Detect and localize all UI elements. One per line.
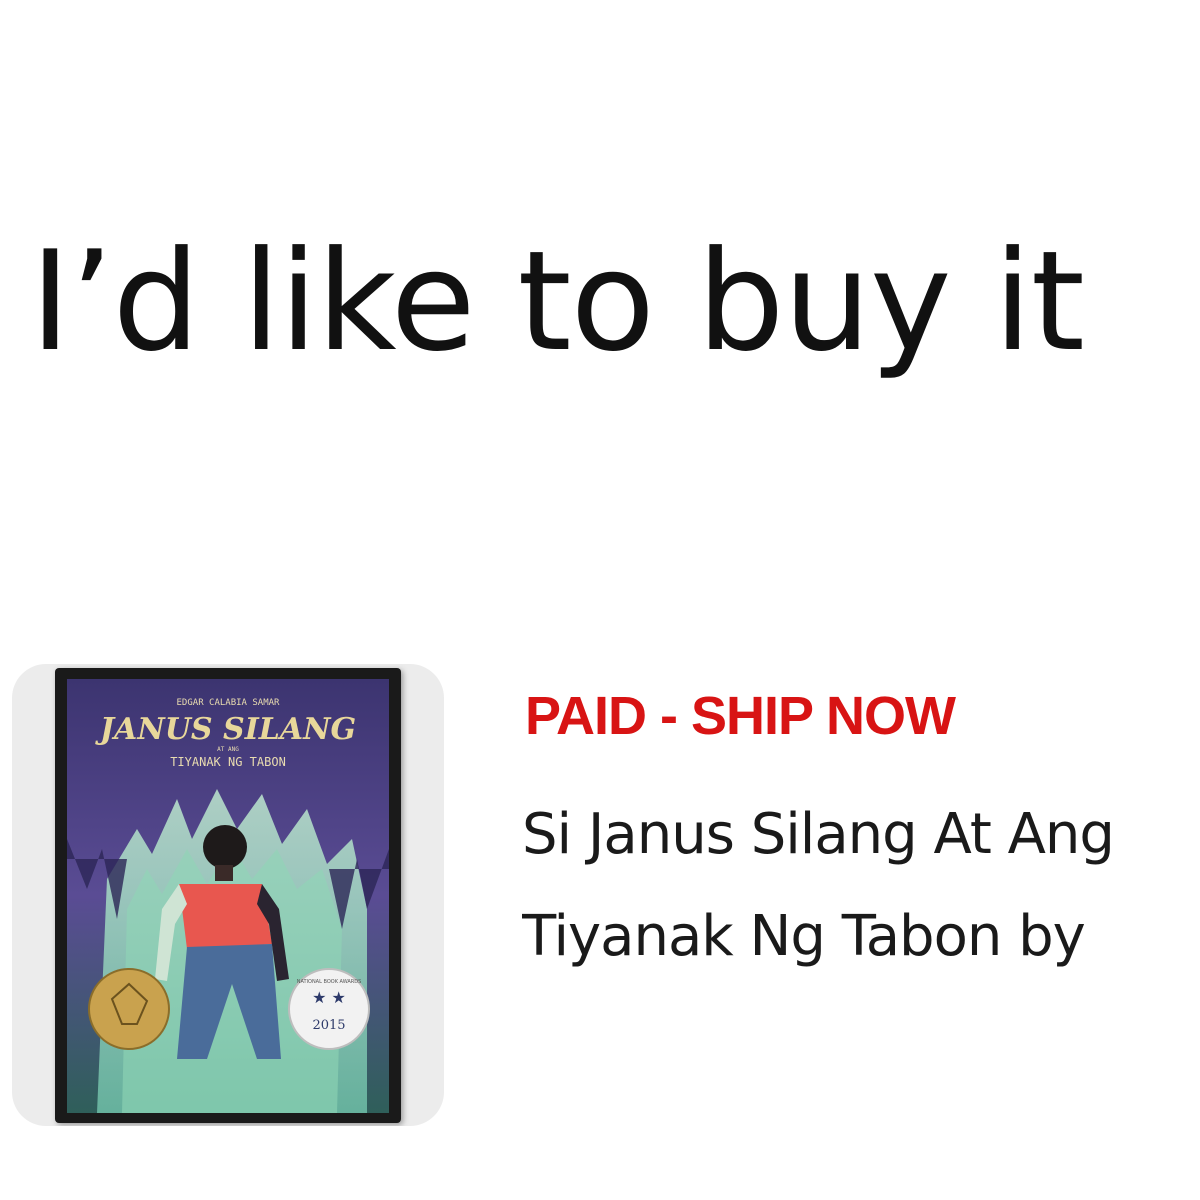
book-cover: EDGAR CALABIA SAMAR JANUS SILANG AT ANG … xyxy=(55,668,401,1123)
listing-thumbnail[interactable]: EDGAR CALABIA SAMAR JANUS SILANG AT ANG … xyxy=(12,664,444,1126)
listing-card[interactable]: EDGAR CALABIA SAMAR JANUS SILANG AT ANG … xyxy=(0,650,1200,1130)
seal-year-text: 2015 xyxy=(312,1018,345,1033)
listing-title-line-1[interactable]: Si Janus Silang At Ang xyxy=(522,800,1200,870)
listing-title-line-2[interactable]: Tiyanak Ng Tabon by xyxy=(522,902,1200,972)
headline: I’d like to buy it xyxy=(30,221,1085,382)
cover-subtitle-text: TIYANAK NG TABON xyxy=(170,755,286,769)
cover-author-text: EDGAR CALABIA SAMAR xyxy=(177,698,281,708)
order-status: PAID - SHIP NOW xyxy=(525,686,956,746)
cover-title-text: JANUS SILANG xyxy=(95,712,356,747)
svg-text:★ ★: ★ ★ xyxy=(312,988,346,1007)
seal-badge-text: NATIONAL BOOK AWARDS xyxy=(297,979,362,985)
gold-seal xyxy=(88,968,170,1050)
cover-subtitle-small-text: AT ANG xyxy=(217,746,239,753)
